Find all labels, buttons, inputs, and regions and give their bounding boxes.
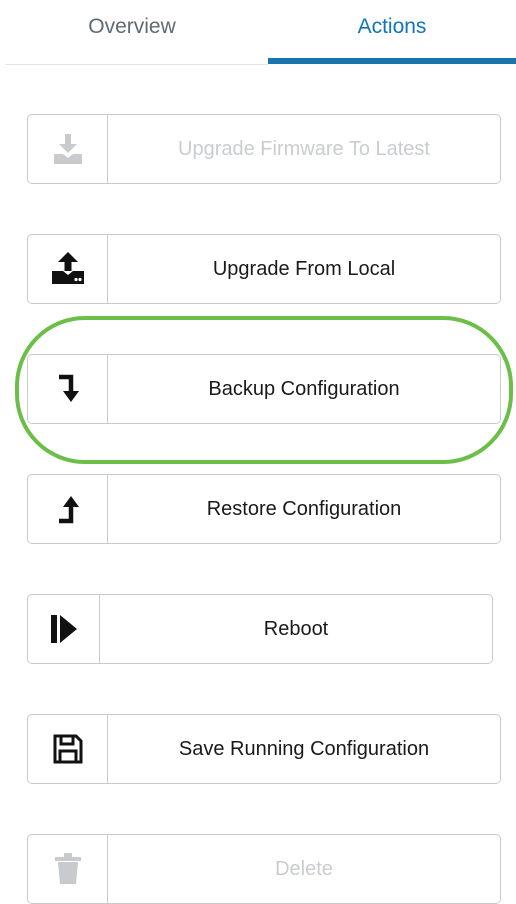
upgrade-from-local-button[interactable]: Upgrade From Local [27,234,501,304]
active-tab-indicator [268,58,516,64]
tab-divider [6,64,268,65]
trash-icon [28,835,108,903]
delete-label: Delete [275,857,333,880]
tab-actions[interactable]: Actions [268,0,516,66]
save-running-configuration-label: Save Running Configuration [178,737,430,760]
reboot-button[interactable]: Reboot [27,594,493,664]
delete-button: Delete [27,834,501,904]
upgrade-from-local-label: Upgrade From Local [212,257,396,280]
save-running-configuration-button[interactable]: Save Running Configuration [27,714,501,784]
restore-configuration-button[interactable]: Restore Configuration [27,474,501,544]
download-tray-icon [28,115,108,183]
floppy-disk-icon [28,715,108,783]
backup-configuration-label: Backup Configuration [208,377,400,400]
upgrade-firmware-latest-button: Upgrade Firmware To Latest [27,114,501,184]
arrow-down-turn-icon [28,355,108,423]
play-bar-icon [28,595,100,663]
backup-configuration-button[interactable]: Backup Configuration [27,354,501,424]
reboot-label: Reboot [263,617,329,640]
tab-bar: Overview Actions [6,0,516,66]
upload-tray-icon [28,235,108,303]
restore-configuration-label: Restore Configuration [206,497,402,520]
upgrade-firmware-latest-label: Upgrade Firmware To Latest [178,137,430,160]
arrow-up-turn-icon [28,475,108,543]
tab-overview[interactable]: Overview [6,0,258,66]
